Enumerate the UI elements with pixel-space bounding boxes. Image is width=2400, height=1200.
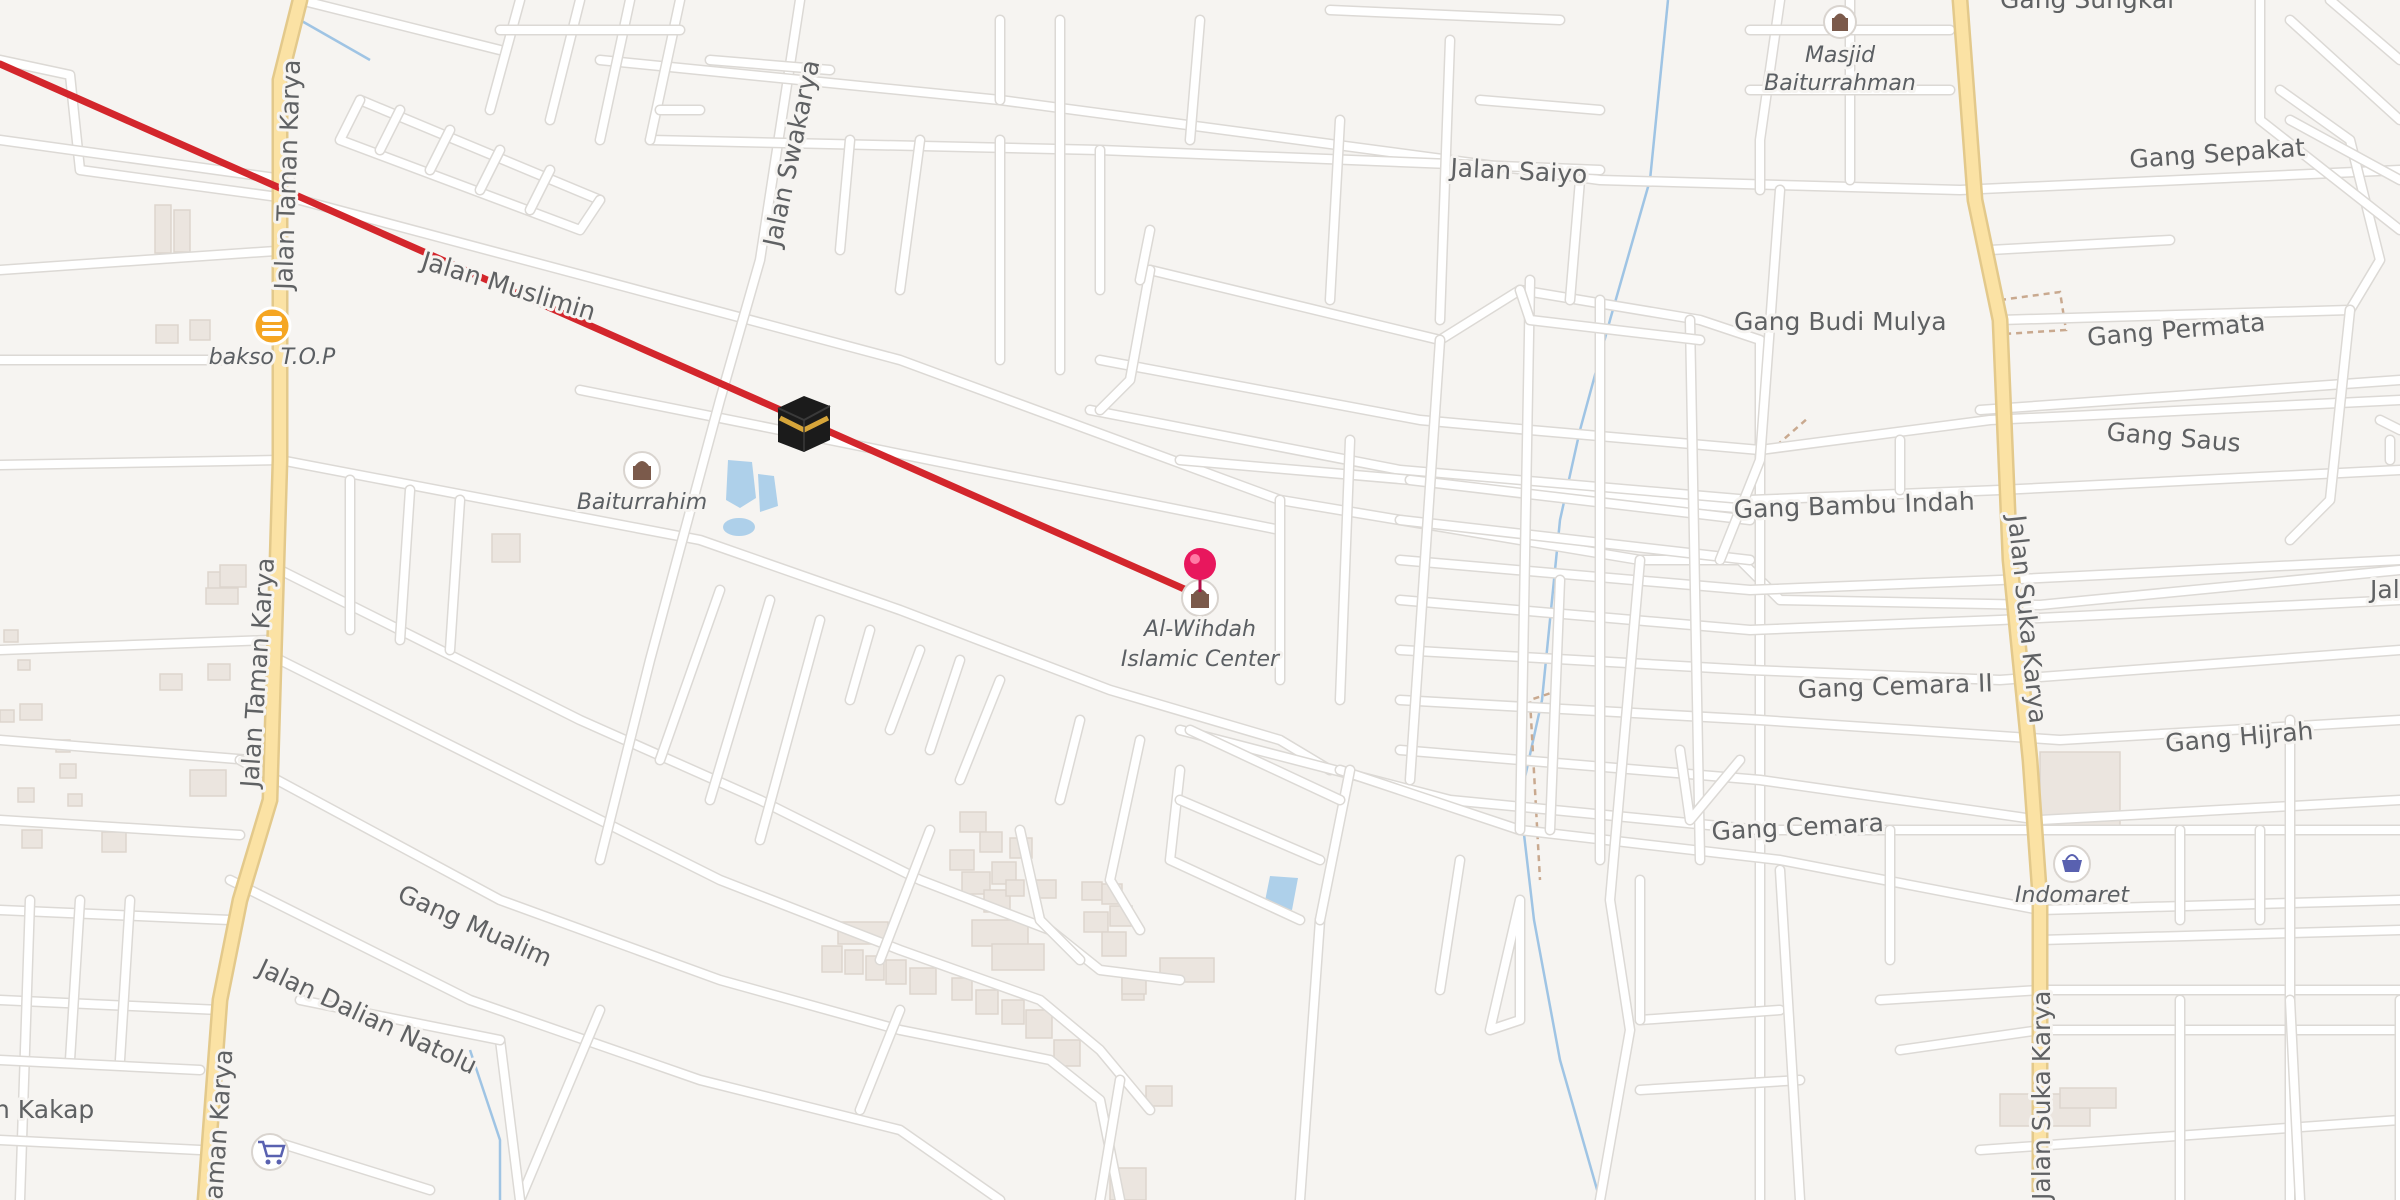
- street-label-kakap: n Kakap: [0, 1095, 94, 1124]
- map-canvas[interactable]: Jalan Taman Karya Jalan Taman Karya aman…: [0, 0, 2400, 1200]
- poi-label-indomaret: Indomaret: [2015, 883, 2130, 908]
- poi-label-al-wihdah: Al-Wihdah: [1142, 617, 1256, 642]
- poi-shop-cart[interactable]: [251, 1133, 289, 1171]
- burger-icon-bottom: [262, 331, 282, 336]
- burger-icon-mid: [262, 325, 282, 328]
- poi-label-masjid: Masjid: [1805, 43, 1876, 68]
- poi-label-islamic-center: Islamic Center: [1121, 647, 1281, 672]
- street-label-jalan-suka-karya-lower: Jalan Suka Karya: [2027, 991, 2056, 1200]
- poi-label-baiturrahim: Baiturrahim: [577, 490, 707, 515]
- burger-icon-top: [262, 316, 282, 322]
- location-pin-highlight: [1190, 554, 1200, 564]
- cart-icon-wheel: [265, 1159, 271, 1165]
- street-label-jal-edge: Jal: [2368, 575, 2400, 604]
- street-label-gang-sungkai: Gang Sungkai: [2000, 0, 2174, 14]
- cart-icon-wheel: [276, 1159, 282, 1165]
- poi-label-bakso-top: bakso T.O.P: [209, 345, 336, 370]
- poi-label-baiturrahman: Baiturrahman: [1764, 71, 1916, 96]
- street-label-gang-budi-mulya: Gang Budi Mulya: [1734, 307, 1947, 336]
- basket-icon-body: [2062, 860, 2082, 872]
- location-pin-icon: [1184, 548, 1216, 580]
